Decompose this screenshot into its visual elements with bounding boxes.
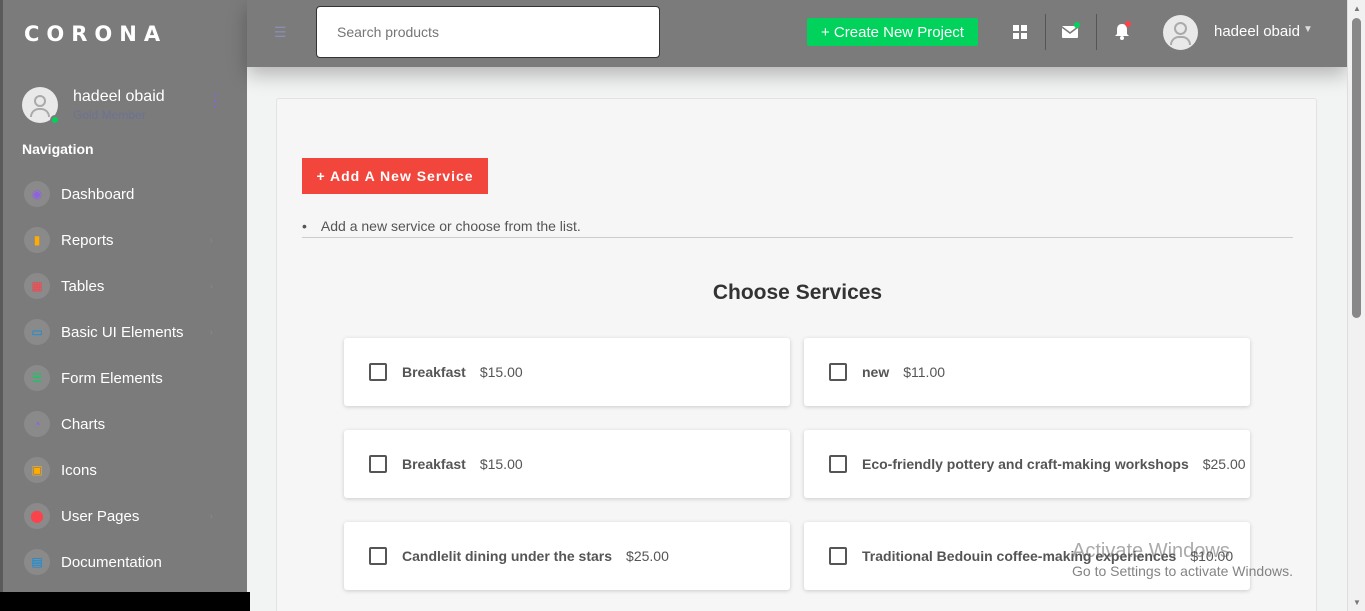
section-title: Choose Services xyxy=(712,281,883,304)
sidebar-item-user-pages[interactable]: ⬤ User Pages › xyxy=(3,493,247,539)
menu-icon[interactable]: ☰ xyxy=(274,24,287,41)
hint-label: Add a new service or choose from the lis… xyxy=(320,218,581,234)
service-name: Breakfast xyxy=(402,456,466,472)
user-name[interactable]: hadeel obaid xyxy=(1214,23,1300,40)
brand-logo[interactable]: CORONA xyxy=(3,0,247,67)
sidebar-item-icons[interactable]: ▣ Icons xyxy=(3,447,247,493)
service-name: Eco-friendly pottery and craft-making wo… xyxy=(862,456,1189,472)
avatar[interactable] xyxy=(22,87,60,125)
sidebar-item-documentation[interactable]: ▤ Documentation xyxy=(3,539,247,585)
service-name: Candlelit dining under the stars xyxy=(402,548,613,564)
pie-chart-icon: ◔ xyxy=(24,411,50,437)
bell-icon[interactable] xyxy=(1110,20,1134,44)
service-checkbox[interactable] xyxy=(829,455,847,473)
sidebar-footer xyxy=(0,592,250,611)
sidebar-item-label: Charts xyxy=(61,415,106,433)
file-document-icon: ▤ xyxy=(24,549,50,575)
service-name: new xyxy=(862,364,890,380)
search-input[interactable] xyxy=(316,6,660,58)
chevron-right-icon: › xyxy=(209,326,213,338)
service-option[interactable]: Breakfast $15.00 xyxy=(344,338,790,406)
sidebar-item-label: Dashboard xyxy=(61,185,135,203)
table-icon: ▦ xyxy=(24,273,50,299)
sidebar-item-label: Form Elements xyxy=(61,369,163,387)
sidebar-item-label: Icons xyxy=(61,461,97,479)
service-checkbox[interactable] xyxy=(369,547,387,565)
scroll-up-icon[interactable]: ▲ xyxy=(1353,4,1361,13)
services-card: + Add A New Service • Add a new service o… xyxy=(276,98,1317,611)
sidebar-profile: hadeel obaid Gold Member ⋮ xyxy=(3,67,247,133)
service-option[interactable]: Eco-friendly pottery and craft-making wo… xyxy=(804,430,1250,498)
laptop-icon: ▭ xyxy=(24,319,50,345)
contacts-icon: ▣ xyxy=(24,457,50,483)
sidebar-item-reports[interactable]: ▮ Reports › xyxy=(3,217,247,263)
sidebar-item-form-elements[interactable]: ☰ Form Elements xyxy=(3,355,247,401)
scroll-thumb[interactable] xyxy=(1352,18,1361,318)
playlist-icon: ☰ xyxy=(24,365,50,391)
service-price: $11.00 xyxy=(903,364,946,380)
watermark-title: Activate Windows xyxy=(1072,540,1230,562)
add-new-service-button[interactable]: + Add A New Service xyxy=(302,158,488,194)
service-name: Breakfast xyxy=(402,364,466,380)
service-price: $25.00 xyxy=(1202,456,1246,472)
sidebar: CORONA hadeel obaid Gold Member ⋮ Naviga… xyxy=(0,0,250,611)
sidebar-item-tables[interactable]: ▦ Tables › xyxy=(3,263,247,309)
nav-heading: Navigation xyxy=(22,141,94,157)
sidebar-item-label: Reports xyxy=(61,231,114,249)
sidebar-item-label: Documentation xyxy=(61,553,162,571)
service-checkbox[interactable] xyxy=(829,363,847,381)
chevron-right-icon: › xyxy=(209,280,213,292)
sidebar-item-label: User Pages xyxy=(61,507,140,525)
chart-bar-icon: ▮ xyxy=(24,227,50,253)
service-option[interactable]: new $11.00 xyxy=(804,338,1250,406)
service-price: $15.00 xyxy=(479,364,523,380)
chevron-right-icon: › xyxy=(209,510,213,522)
service-checkbox[interactable] xyxy=(829,547,847,565)
profile-role: Gold Member xyxy=(73,108,146,122)
service-option[interactable]: Candlelit dining under the stars $25.00 xyxy=(344,522,790,590)
windows-activation-watermark: Activate Windows Go to Settings to activ… xyxy=(1072,540,1293,579)
divider xyxy=(1096,14,1097,50)
topbar: ☰ + Create New Project hadeel obaid ▼ xyxy=(247,0,1347,67)
chevron-down-icon[interactable]: ▼ xyxy=(1303,24,1313,35)
sidebar-item-dashboard[interactable]: ◉ Dashboard xyxy=(3,171,247,217)
profile-name: hadeel obaid xyxy=(73,88,165,105)
hint-text: • Add a new service or choose from the li… xyxy=(302,218,581,234)
service-checkbox[interactable] xyxy=(369,363,387,381)
sidebar-nav: ◉ Dashboard ▮ Reports › ▦ Tables › ▭ Basic UI Ele… xyxy=(3,171,247,585)
grid-icon[interactable] xyxy=(1008,20,1032,44)
sidebar-item-charts[interactable]: ◔ Charts xyxy=(3,401,247,447)
service-option[interactable]: Breakfast $15.00 xyxy=(344,430,790,498)
email-icon[interactable] xyxy=(1058,20,1082,44)
security-icon: ⬤ xyxy=(24,503,50,529)
dashboard-icon: ◉ xyxy=(24,181,50,207)
online-status-icon xyxy=(50,115,60,125)
sidebar-item-label: Tables xyxy=(61,277,105,295)
divider xyxy=(302,237,1293,238)
more-vertical-icon[interactable]: ⋮ xyxy=(207,91,223,111)
scroll-down-icon[interactable]: ▼ xyxy=(1353,598,1361,607)
watermark-subtitle: Go to Settings to activate Windows. xyxy=(1072,563,1293,579)
scrollbar[interactable]: ▲ ▼ xyxy=(1347,0,1365,611)
service-price: $15.00 xyxy=(479,456,523,472)
service-checkbox[interactable] xyxy=(369,455,387,473)
chevron-right-icon: › xyxy=(209,234,213,246)
sidebar-item-label: Basic UI Elements xyxy=(61,323,184,341)
service-price: $25.00 xyxy=(626,548,669,564)
user-avatar[interactable] xyxy=(1163,15,1198,50)
sidebar-item-basic-ui-elements[interactable]: ▭ Basic UI Elements › xyxy=(3,309,247,355)
create-new-project-button[interactable]: + Create New Project xyxy=(807,18,978,46)
divider xyxy=(1045,14,1046,50)
